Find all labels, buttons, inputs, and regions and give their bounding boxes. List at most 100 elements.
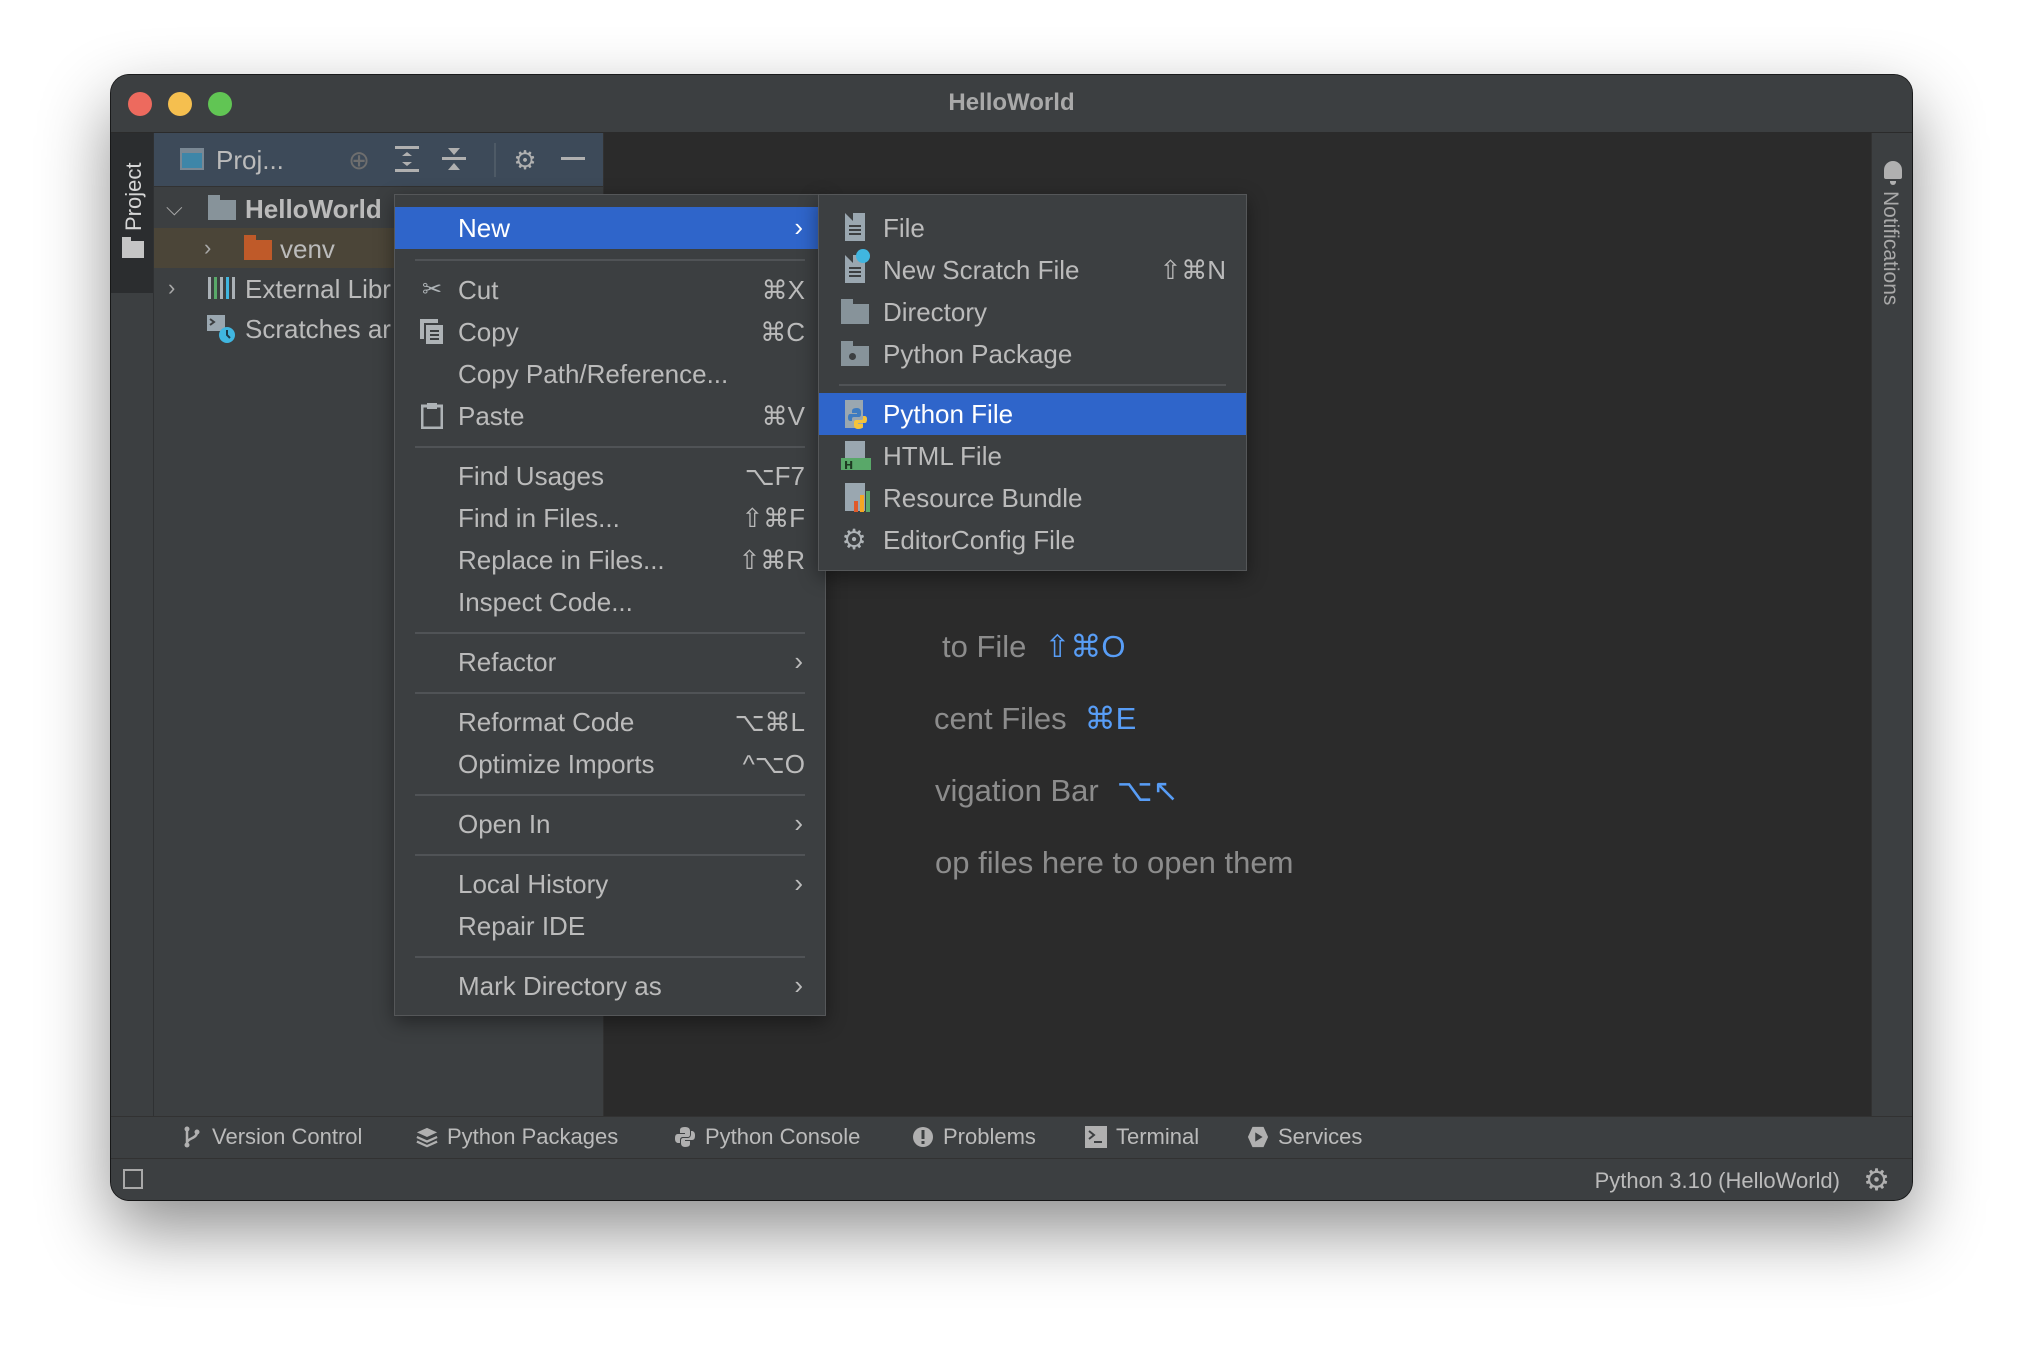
menu-item-label: HTML File <box>883 441 1002 471</box>
chevron-right-icon: › <box>794 646 803 676</box>
menu-separator <box>415 446 805 448</box>
header-divider <box>494 143 496 177</box>
menu-separator <box>415 692 805 694</box>
hint-text: to File <box>942 629 1027 664</box>
menu-item-replace-in-files[interactable]: Replace in Files... ⇧⌘R <box>395 539 825 581</box>
tool-window-label: Version Control <box>212 1124 363 1149</box>
menu-item-label: Replace in Files... <box>458 545 665 575</box>
menu-item-optimize-imports[interactable]: Optimize Imports ^⌥O <box>395 743 825 785</box>
branch-icon <box>181 1126 203 1148</box>
hint-text: op files here to open them <box>935 845 1294 880</box>
editor-hint-goto-file: to File ⇧⌘O <box>942 629 1126 665</box>
submenu-item-resource-bundle[interactable]: Resource Bundle <box>819 477 1246 519</box>
menu-item-shortcut: ^⌥O <box>742 749 805 779</box>
menu-item-shortcut: ⇧⌘F <box>741 503 805 533</box>
menu-item-local-history[interactable]: Local History › <box>395 863 825 905</box>
menu-item-cut[interactable]: ✂ Cut ⌘X <box>395 269 825 311</box>
menu-item-shortcut: ⌥F7 <box>744 461 805 491</box>
locate-icon[interactable]: ⊕ <box>344 145 374 175</box>
terminal-icon <box>1085 1126 1107 1148</box>
tool-window-problems[interactable]: Problems <box>912 1124 1036 1150</box>
menu-separator <box>415 854 805 856</box>
gear-icon[interactable]: ⚙ <box>510 145 540 175</box>
chevron-right-icon[interactable]: › <box>168 275 175 301</box>
package-icon <box>841 341 869 366</box>
hint-shortcut: ⌥↖ <box>1116 773 1179 808</box>
submenu-item-directory[interactable]: Directory <box>819 291 1246 333</box>
gear-icon[interactable]: ⚙ <box>1863 1163 1890 1198</box>
menu-item-repair-ide[interactable]: Repair IDE <box>395 905 825 947</box>
menu-item-label: Mark Directory as <box>458 971 662 1001</box>
menu-separator <box>415 956 805 958</box>
scissors-icon: ✂ <box>421 276 443 303</box>
menu-item-label: Refactor <box>458 647 557 677</box>
editor-hint-navigation-bar: vigation Bar ⌥↖ <box>935 773 1178 809</box>
menu-item-reformat-code[interactable]: Reformat Code ⌥⌘L <box>395 701 825 743</box>
resource-bundle-icon <box>841 483 870 512</box>
hint-text: cent Files <box>934 701 1067 736</box>
tool-window-label: Python Packages <box>447 1124 619 1149</box>
interpreter-selector[interactable]: Python 3.10 (HelloWorld) <box>1595 1168 1840 1194</box>
tool-window-label: Problems <box>943 1124 1036 1149</box>
menu-item-copy[interactable]: Copy ⌘C <box>395 311 825 353</box>
left-tool-strip: Project <box>111 133 154 1116</box>
title-bar: HelloWorld <box>111 75 1912 133</box>
collapse-all-icon[interactable] <box>439 145 469 175</box>
menu-item-label: Optimize Imports <box>458 749 655 779</box>
menu-separator <box>839 384 1226 386</box>
chevron-right-icon: › <box>794 808 803 838</box>
submenu-item-python-file[interactable]: Python File <box>819 393 1246 435</box>
libraries-icon <box>208 277 236 299</box>
scratch-file-icon <box>845 249 870 283</box>
chevron-right-icon: › <box>794 868 803 898</box>
chevron-right-icon[interactable]: › <box>204 235 211 261</box>
project-view-dropdown[interactable]: Proj... <box>216 145 284 176</box>
window-layout-icon[interactable] <box>123 1169 143 1189</box>
menu-item-label: Find in Files... <box>458 503 620 533</box>
menu-item-shortcut: ⌘V <box>761 401 805 431</box>
folder-icon <box>208 195 236 220</box>
submenu-item-editorconfig-file[interactable]: ⚙ EditorConfig File <box>819 519 1246 561</box>
menu-item-paste[interactable]: Paste ⌘V <box>395 395 825 437</box>
chevron-right-icon: › <box>794 970 803 1000</box>
menu-item-label: Repair IDE <box>458 911 586 941</box>
menu-item-label: New Scratch File <box>883 255 1080 285</box>
menu-item-refactor[interactable]: Refactor › <box>395 641 825 683</box>
chevron-right-icon: › <box>794 212 803 242</box>
menu-item-find-usages[interactable]: Find Usages ⌥F7 <box>395 455 825 497</box>
chevron-down-icon[interactable]: ⌵ <box>166 195 183 221</box>
folder-icon <box>122 237 144 258</box>
menu-item-new[interactable]: New › <box>395 207 825 249</box>
menu-item-find-in-files[interactable]: Find in Files... ⇧⌘F <box>395 497 825 539</box>
menu-item-label: Python File <box>883 399 1014 429</box>
tool-window-services[interactable]: Services <box>1247 1124 1362 1150</box>
notifications-label: Notifications <box>1879 191 1902 306</box>
menu-item-label: Copy Path/Reference... <box>458 359 729 389</box>
services-icon <box>1247 1126 1269 1148</box>
menu-separator <box>415 259 805 261</box>
clipboard-icon <box>419 403 445 430</box>
expand-all-icon[interactable] <box>392 145 422 175</box>
menu-item-inspect-code[interactable]: Inspect Code... <box>395 581 825 623</box>
submenu-item-python-package[interactable]: Python Package <box>819 333 1246 375</box>
submenu-item-file[interactable]: File <box>819 207 1246 249</box>
warning-icon <box>912 1126 934 1148</box>
menu-item-open-in[interactable]: Open In › <box>395 803 825 845</box>
tool-window-terminal[interactable]: Terminal <box>1085 1124 1199 1150</box>
menu-item-copy-path[interactable]: Copy Path/Reference... <box>395 353 825 395</box>
menu-item-mark-directory-as[interactable]: Mark Directory as › <box>395 965 825 1007</box>
menu-item-label: Python Package <box>883 339 1073 369</box>
submenu-item-html-file[interactable]: H HTML File <box>819 435 1246 477</box>
tool-window-python-console[interactable]: Python Console <box>674 1124 860 1150</box>
hide-icon[interactable] <box>558 145 588 175</box>
scratches-icon <box>207 315 235 343</box>
menu-item-shortcut: ⇧⌘N <box>1159 255 1226 285</box>
menu-item-label: Open In <box>458 809 551 839</box>
tool-window-version-control[interactable]: Version Control <box>181 1124 362 1150</box>
tree-item-label: Scratches ar <box>245 314 391 344</box>
project-tool-tab[interactable]: Project <box>111 133 153 293</box>
layers-icon <box>416 1126 438 1148</box>
submenu-item-new-scratch-file[interactable]: New Scratch File ⇧⌘N <box>819 249 1246 291</box>
hint-shortcut: ⌘E <box>1084 701 1137 736</box>
tool-window-python-packages[interactable]: Python Packages <box>416 1124 618 1150</box>
